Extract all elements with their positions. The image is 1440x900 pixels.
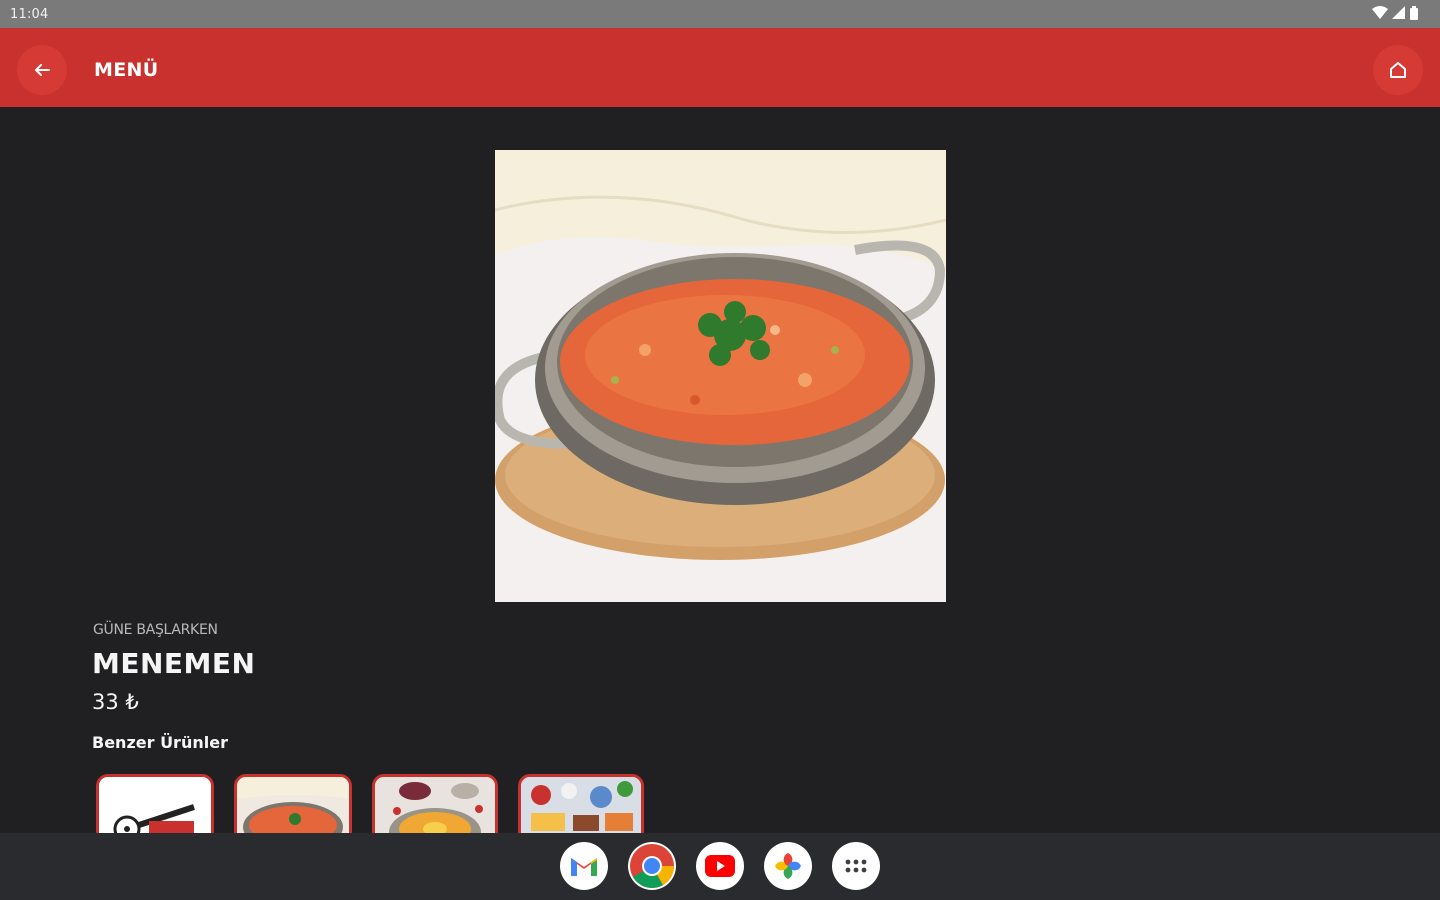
back-button[interactable] (17, 45, 67, 95)
app-bar: MENÜ (0, 28, 1440, 107)
status-bar: 11:04 (0, 0, 1440, 28)
signal-icon (1392, 6, 1405, 19)
status-time: 11:04 (10, 7, 49, 22)
app-drawer-icon[interactable] (832, 842, 880, 890)
product-name: MENEMEN (92, 647, 256, 680)
status-icons (1372, 6, 1418, 20)
product-detail: GÜNE BAŞLARKEN MENEMEN 33 ₺ Benzer Ürünl… (0, 107, 1440, 833)
product-category: GÜNE BAŞLARKEN (93, 622, 218, 638)
battery-icon (1410, 6, 1418, 20)
breakfast-spread-thumbnail (521, 777, 641, 833)
gmail-icon[interactable] (560, 842, 608, 890)
similar-product-card[interactable] (234, 774, 352, 833)
film-logo-thumbnail (99, 777, 211, 833)
similar-product-card[interactable] (518, 774, 644, 833)
similar-product-card[interactable] (372, 774, 498, 833)
breakfast-bowl-thumbnail (375, 777, 495, 833)
product-image (495, 150, 946, 602)
youtube-icon[interactable] (696, 842, 744, 890)
arrow-left-icon (35, 64, 50, 76)
menemen-thumbnail (237, 777, 349, 833)
home-button[interactable] (1373, 45, 1423, 95)
wifi-icon (1372, 6, 1388, 19)
home-icon (1390, 62, 1406, 78)
page-title: MENÜ (94, 59, 159, 81)
app-dock (560, 842, 880, 890)
product-price: 33 ₺ (92, 690, 139, 714)
similar-products-list (96, 774, 644, 833)
chrome-icon[interactable] (628, 842, 676, 890)
similar-product-card[interactable] (96, 774, 214, 833)
similar-products-title: Benzer Ürünler (92, 733, 228, 752)
taskbar (0, 833, 1440, 900)
photos-icon[interactable] (764, 842, 812, 890)
